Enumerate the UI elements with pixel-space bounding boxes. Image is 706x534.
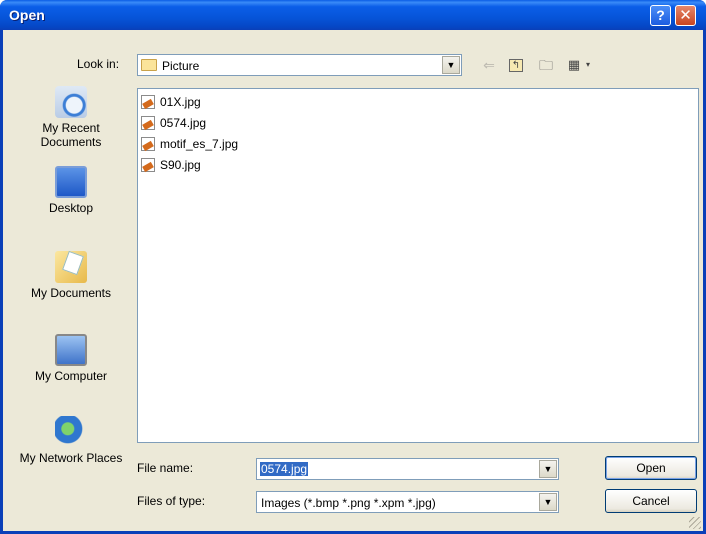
place-label: My Documents [30,286,112,300]
place-my-computer[interactable]: My Computer [13,334,129,383]
jpg-file-icon [141,116,155,130]
title-bar[interactable]: Open ? ✕ [0,0,706,30]
file-name: S90.jpg [160,158,201,172]
close-icon: ✕ [679,7,692,24]
jpg-file-icon [141,95,155,109]
place-label: My Computer [34,369,108,383]
desktop-icon [55,166,87,198]
place-my-documents[interactable]: My Documents [13,251,129,300]
jpg-file-icon [141,158,155,172]
jpg-file-icon [141,137,155,151]
cancel-button[interactable]: Cancel [605,489,697,513]
new-folder-icon[interactable]: 🗀 [536,56,556,74]
file-name: motif_es_7.jpg [160,137,239,151]
place-network[interactable]: My Network Places [13,416,129,465]
look-in-combo[interactable]: Picture ▼ [137,54,462,76]
file-name-input[interactable]: 0574.jpg ▼ [256,458,559,480]
up-folder-icon[interactable]: ↰ [509,59,523,72]
file-name-label: File name: [137,461,194,475]
look-in-label: Look in: [77,57,120,71]
back-icon[interactable]: ⇐ [479,56,499,74]
place-recent-documents[interactable]: My Recent Documents [13,86,129,149]
place-desktop[interactable]: Desktop [13,166,129,215]
file-type-select[interactable]: Images (*.bmp *.png *.xpm *.jpg) ▼ [256,491,559,513]
place-label: My Recent Documents [40,121,102,149]
view-caret-icon[interactable]: ▾ [578,56,598,74]
file-name-value[interactable]: 0574.jpg [260,462,309,476]
place-label: My Network Places [19,451,123,465]
file-name: 0574.jpg [160,116,207,130]
folder-icon [141,59,157,71]
window-title: Open [9,7,45,23]
my-computer-icon [55,334,87,366]
places-bar: My Recent Documents Desktop My Documents… [13,86,129,506]
open-dialog: Open ? ✕ Look in: Picture ▼ ⇐ ↰ 🗀 ▦ ▾ My… [0,0,706,534]
chevron-down-icon[interactable]: ▼ [442,56,460,74]
chevron-down-icon[interactable]: ▼ [539,460,557,478]
open-button[interactable]: Open [605,456,697,480]
close-button[interactable]: ✕ [675,5,696,26]
recent-documents-icon [55,86,87,118]
chevron-down-icon[interactable]: ▼ [539,493,557,511]
network-places-icon [55,416,87,448]
help-button[interactable]: ? [650,5,671,26]
place-label: Desktop [48,201,94,215]
file-name: 01X.jpg [160,95,201,109]
help-icon: ? [656,7,665,23]
my-documents-icon [55,251,87,283]
file-list[interactable]: 01X.jpg 0574.jpg motif_es_7.jpg S90.jpg [137,88,699,443]
file-type-value: Images (*.bmp *.png *.xpm *.jpg) [261,496,436,510]
look-in-value: Picture [162,59,200,73]
file-type-label: Files of type: [137,494,206,508]
resize-grip-icon[interactable] [689,517,701,529]
